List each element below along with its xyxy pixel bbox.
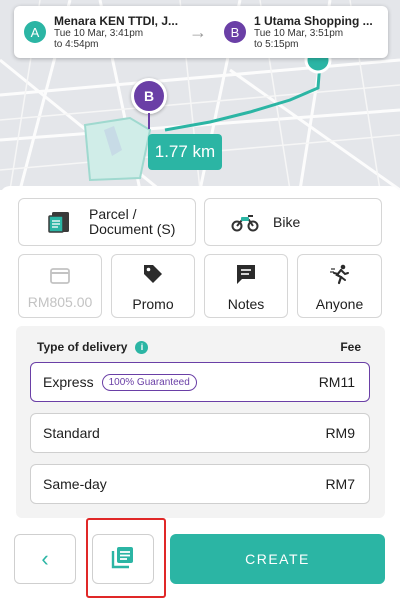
dropoff-until: to 5:15pm xyxy=(254,39,299,50)
tag-icon xyxy=(139,260,167,288)
create-button[interactable]: CREATE xyxy=(170,534,385,584)
recipient-button[interactable]: Anyone xyxy=(297,254,382,318)
payment-balance: RM805.00 xyxy=(27,294,93,310)
motorbike-icon xyxy=(231,208,259,236)
parcel-document-icon xyxy=(45,208,73,236)
payment-button[interactable]: RM805.00 xyxy=(18,254,102,318)
dropoff-stop[interactable]: B 1 Utama Shopping ... Tue 10 Mar, 3:51p… xyxy=(214,14,382,50)
recipient-label: Anyone xyxy=(315,296,364,312)
notes-label: Notes xyxy=(227,296,265,312)
item-type-label: Parcel / Document (S) xyxy=(89,206,176,237)
running-person-icon xyxy=(326,260,354,288)
fee-heading: Fee xyxy=(340,340,361,354)
order-list-button[interactable] xyxy=(92,534,154,584)
delivery-option-name: Standard xyxy=(43,425,100,441)
delivery-option-express[interactable]: Express 100% Guaranteed RM11 xyxy=(30,362,370,402)
guarantee-badge: 100% Guaranteed xyxy=(101,373,197,391)
dropoff-time: Tue 10 Mar, 3:51pm xyxy=(254,28,344,39)
delivery-option-name: Same-day xyxy=(43,476,107,492)
arrow-right-icon: → xyxy=(189,21,207,42)
promo-button[interactable]: Promo xyxy=(111,254,195,318)
delivery-option-standard[interactable]: Standard RM9 xyxy=(30,413,370,453)
notes-button[interactable]: Notes xyxy=(204,254,288,318)
map-pin-stem xyxy=(148,113,150,129)
delivery-option-fee: RM11 xyxy=(318,374,355,390)
dropoff-map-pin[interactable]: B xyxy=(131,78,167,114)
order-list-icon xyxy=(110,544,136,575)
delivery-option-same-day[interactable]: Same-day RM7 xyxy=(30,464,370,504)
back-button[interactable]: ‹ xyxy=(14,534,76,584)
pickup-time: Tue 10 Mar, 3:41pm xyxy=(54,28,144,39)
note-icon xyxy=(232,260,260,288)
delivery-option-fee: RM9 xyxy=(325,425,355,441)
dropoff-badge: B xyxy=(224,21,246,43)
delivery-type-heading: Type of delivery xyxy=(37,340,128,354)
vehicle-label: Bike xyxy=(273,214,301,230)
route-summary-card[interactable]: A Menara KEN TTDI, J... Tue 10 Mar, 3:41… xyxy=(14,6,388,58)
credit-card-icon xyxy=(46,262,74,290)
route-map[interactable]: A Menara KEN TTDI, J... Tue 10 Mar, 3:41… xyxy=(0,0,400,190)
delivery-type-panel: Type of delivery i Fee Express 100% Guar… xyxy=(16,326,385,518)
item-type-button[interactable]: Parcel / Document (S) xyxy=(18,198,196,246)
info-icon[interactable]: i xyxy=(135,340,149,354)
chevron-left-icon: ‹ xyxy=(41,546,49,571)
pickup-until: to 4:54pm xyxy=(54,39,99,50)
pickup-badge: A xyxy=(24,21,46,43)
delivery-option-fee: RM7 xyxy=(325,476,355,492)
pickup-name: Menara KEN TTDI, J... xyxy=(54,14,179,28)
distance-label: 1.77 km xyxy=(148,134,222,170)
dropoff-name: 1 Utama Shopping ... xyxy=(254,14,373,28)
delivery-option-name: Express xyxy=(43,374,94,390)
promo-label: Promo xyxy=(132,296,174,312)
pickup-stop[interactable]: A Menara KEN TTDI, J... Tue 10 Mar, 3:41… xyxy=(14,14,182,50)
vehicle-button[interactable]: Bike xyxy=(204,198,382,246)
